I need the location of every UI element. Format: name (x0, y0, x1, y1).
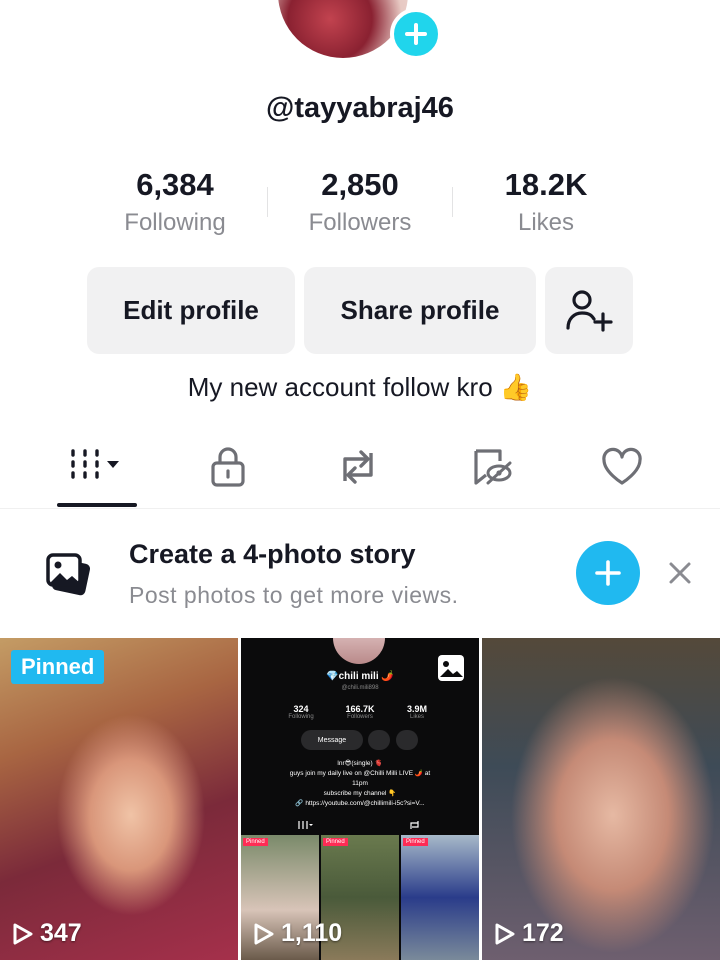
profile-page: @tayyabraj46 6,384 Following 2,850 Follo… (0, 0, 720, 960)
mini-message-label: Message (317, 736, 347, 744)
photos-icon (46, 553, 91, 596)
content-tabs (0, 434, 720, 508)
stat-likes[interactable]: 18.2K Likes (461, 165, 631, 237)
stat-value: 2,850 (321, 167, 399, 202)
mini-stat-value: 3.9M (406, 704, 427, 714)
add-user-icon (566, 289, 613, 332)
add-friend-button[interactable] (545, 267, 633, 354)
mini-stat-label: Likes (409, 714, 424, 720)
repost-icon (410, 821, 419, 829)
active-tab-indicator (57, 503, 137, 507)
video-grid: Pinned 347 💎chili mili 🌶️ @chili.mili898 (0, 638, 720, 960)
mini-follow-button (368, 730, 390, 750)
share-profile-button[interactable]: Share profile (304, 267, 536, 354)
plus-icon (405, 23, 427, 45)
mini-bio: lnr😎(single) 🫀 guys join my daily live o… (241, 759, 479, 809)
play-icon (13, 923, 33, 944)
screenshot-content: 💎chili mili 🌶️ @chili.mili898 324 Follow… (241, 638, 479, 960)
mini-tabs (241, 818, 479, 832)
view-count: 172 (494, 919, 564, 948)
mini-bio-line: subscribe my channel 👇 (323, 790, 397, 797)
avatar-container (278, 0, 442, 60)
video-thumbnail[interactable]: 172 (482, 638, 720, 960)
story-banner-subtitle: Post photos to get more views. (129, 582, 459, 608)
tab-videos[interactable] (57, 434, 137, 500)
stat-label: Following (124, 209, 226, 236)
mini-stat-value: 166.7K (345, 704, 375, 714)
mini-bio-line: lnr😎(single) 🫀 (337, 760, 383, 767)
mini-video: Pinned (401, 835, 479, 960)
stat-label: Likes (517, 209, 575, 236)
mini-message-button: Message (301, 730, 363, 750)
heart-icon (602, 447, 642, 485)
mini-stat: 324 Following (271, 704, 331, 720)
mini-avatar (333, 638, 385, 664)
mini-stat: 166.7K Followers (330, 704, 390, 720)
repost-icon (343, 450, 373, 484)
tab-tagged[interactable] (452, 434, 532, 500)
view-count-value: 347 (40, 919, 82, 947)
bio: My new account follow kro 👍 (187, 372, 533, 402)
mini-bio-line: 11pm (352, 780, 368, 787)
edit-profile-button[interactable]: Edit profile (87, 267, 295, 354)
lock-icon (211, 447, 245, 487)
stats-row: 6,384 Following 2,850 Followers 18.2K Li… (0, 165, 720, 245)
tagged-icon (474, 449, 512, 485)
photo-story-banner[interactable]: Create a 4-photo story Post photos to ge… (0, 508, 720, 637)
pinned-badge: Pinned (11, 650, 105, 684)
mini-name: 💎chili mili 🌶️ (326, 671, 394, 682)
videos-grid-icon (298, 821, 313, 829)
tab-private[interactable] (188, 434, 268, 500)
close-icon[interactable] (664, 557, 696, 589)
mini-stat: 3.9M Likes (387, 704, 447, 720)
divider (267, 187, 268, 217)
view-count: 347 (12, 919, 82, 948)
stat-value: 18.2K (504, 167, 588, 202)
mini-handle: @chili.mili898 (341, 685, 379, 691)
stat-value: 6,384 (136, 167, 214, 202)
view-count-value: 172 (522, 919, 564, 947)
stat-followers[interactable]: 2,850 Followers (275, 165, 445, 237)
plus-icon (595, 560, 621, 586)
mini-pinned-badge: Pinned (403, 838, 428, 846)
tab-liked[interactable] (582, 434, 662, 500)
mini-stat-value: 324 (293, 704, 309, 714)
mini-bio-line: guys join my daily live on @Chilli Milli… (289, 770, 431, 777)
stat-label: Followers (308, 209, 412, 236)
mini-bio-line: 🔗 https://youtube.com/@chillimili-i5c?si… (295, 800, 425, 807)
mini-pinned-badge: Pinned (323, 838, 348, 846)
divider (452, 187, 453, 217)
avatar[interactable] (278, 0, 408, 58)
view-count-value: 1,110 (281, 919, 343, 947)
mini-more-button (396, 730, 418, 750)
video-thumbnail[interactable]: 💎chili mili 🌶️ @chili.mili898 324 Follow… (241, 638, 479, 960)
username: @tayyabraj46 (266, 92, 454, 124)
mini-pinned-badge: Pinned (243, 838, 268, 846)
mini-stat-label: Followers (347, 714, 373, 720)
view-count: 1,110 (253, 919, 342, 948)
stat-following[interactable]: 6,384 Following (90, 165, 260, 237)
tab-reposts[interactable] (318, 434, 398, 500)
create-story-button[interactable] (576, 541, 640, 605)
play-icon (254, 923, 274, 944)
video-thumbnail[interactable]: Pinned 347 (0, 638, 238, 960)
mini-stat-label: Following (288, 714, 314, 720)
play-icon (495, 923, 515, 944)
add-story-button[interactable] (390, 8, 442, 60)
story-banner-title: Create a 4-photo story (129, 539, 416, 569)
videos-grid-icon (71, 449, 119, 479)
